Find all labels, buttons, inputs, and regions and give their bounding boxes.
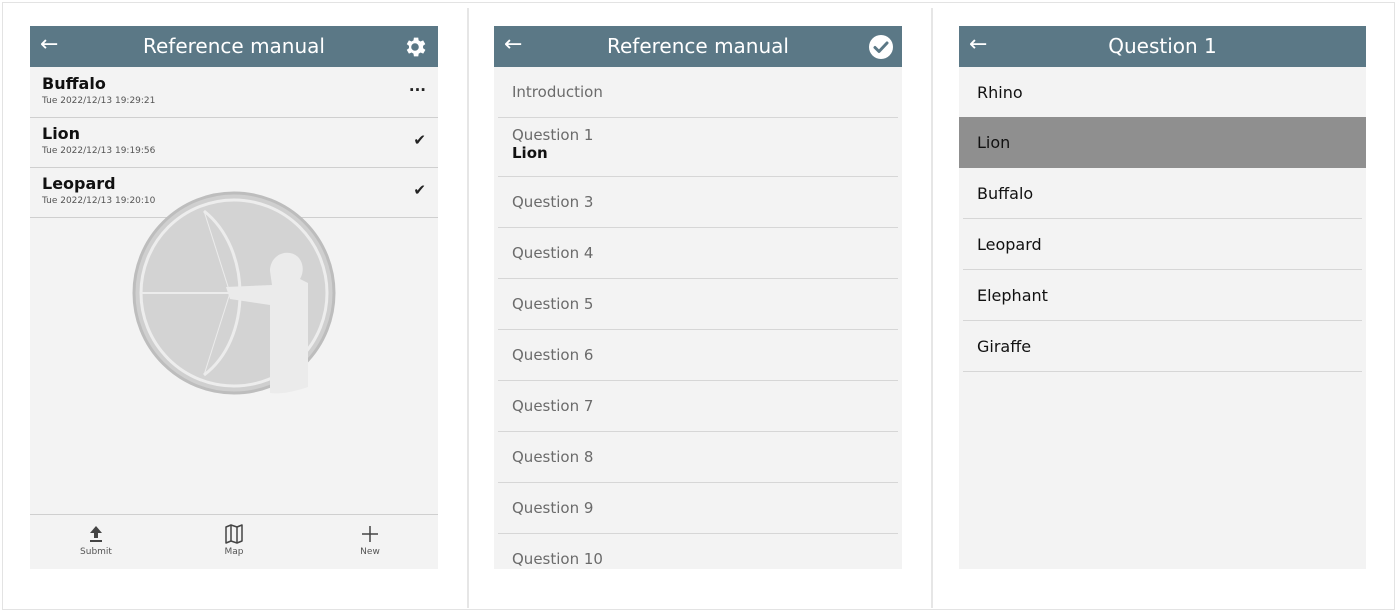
option-elephant[interactable]: Elephant: [963, 270, 1362, 321]
checkmark-icon: ✔: [413, 131, 426, 149]
bottom-toolbar: Submit Map New: [30, 514, 438, 569]
option-label: Giraffe: [977, 337, 1032, 356]
option-giraffe[interactable]: Giraffe: [963, 321, 1362, 372]
item-label: Question 4: [512, 244, 594, 262]
option-label: Buffalo: [977, 184, 1034, 203]
page-title: Reference manual: [143, 34, 325, 58]
list-item-question-4[interactable]: Question 4: [498, 228, 898, 279]
option-label: Elephant: [977, 286, 1048, 305]
list-item-question-9[interactable]: Question 9: [498, 483, 898, 534]
checkmark-icon: ✔: [413, 181, 426, 199]
item-label: Question 6: [512, 346, 594, 364]
panel-divider: [467, 8, 469, 608]
archer-logo-icon: [132, 191, 336, 395]
record-row[interactable]: Lion Tue 2022/12/13 19:19:56 ✔: [30, 117, 438, 168]
records-panel: ← Reference manual Buffalo Tue 2022/12/1…: [30, 26, 438, 569]
option-leopard[interactable]: Leopard: [963, 219, 1362, 270]
item-label: Question 3: [512, 193, 594, 211]
option-lion-selected[interactable]: Lion: [959, 117, 1366, 168]
new-label: New: [360, 547, 380, 557]
plus-icon: [362, 526, 378, 542]
check-circle-icon[interactable]: [868, 34, 894, 60]
record-timestamp: Tue 2022/12/13 19:29:21: [42, 96, 156, 106]
list-item-question-8[interactable]: Question 8: [498, 432, 898, 483]
item-label: Question 5: [512, 295, 594, 313]
page-title: Reference manual: [607, 34, 789, 58]
answer-panel: ← Question 1 Rhino Lion Buffalo Leopard …: [959, 26, 1366, 569]
option-label: Lion: [977, 133, 1011, 152]
list-item-question-5[interactable]: Question 5: [498, 279, 898, 330]
page-title: Question 1: [1108, 34, 1217, 58]
submit-button[interactable]: Submit: [56, 515, 136, 569]
item-label: Question 10: [512, 550, 603, 568]
map-label: Map: [224, 547, 244, 557]
list-item-question-10[interactable]: Question 10: [498, 534, 898, 569]
list-item-question-7[interactable]: Question 7: [498, 381, 898, 432]
list-item-question-3[interactable]: Question 3: [498, 177, 898, 228]
item-label: Question 9: [512, 499, 594, 517]
upload-icon: [90, 526, 102, 542]
new-button[interactable]: New: [330, 515, 410, 569]
list-item-introduction[interactable]: Introduction: [498, 67, 898, 118]
item-answer: Lion: [512, 144, 548, 162]
list-item-question-6[interactable]: Question 6: [498, 330, 898, 381]
list-item-question-1[interactable]: Question 1 Lion: [498, 118, 898, 177]
item-label: Introduction: [512, 83, 603, 101]
gear-icon[interactable]: [402, 34, 428, 60]
item-label: Question 7: [512, 397, 594, 415]
option-rhino[interactable]: Rhino: [963, 67, 1362, 118]
record-name: Lion: [42, 124, 81, 143]
item-label: Question 8: [512, 448, 594, 466]
header-bar: ← Reference manual: [30, 26, 438, 67]
header-bar: ← Reference manual: [494, 26, 902, 67]
option-label: Rhino: [977, 83, 1023, 102]
option-buffalo[interactable]: Buffalo: [963, 168, 1362, 219]
record-row[interactable]: Buffalo Tue 2022/12/13 19:29:21 ···: [30, 67, 438, 118]
header-bar: ← Question 1: [959, 26, 1366, 67]
more-icon[interactable]: ···: [409, 81, 426, 99]
record-timestamp: Tue 2022/12/13 19:19:56: [42, 146, 156, 156]
panel-divider: [931, 8, 933, 608]
questions-panel: ← Reference manual Introduction Question…: [494, 26, 902, 569]
item-label: Question 1: [512, 126, 594, 144]
map-icon: [225, 524, 243, 544]
map-button[interactable]: Map: [194, 515, 274, 569]
submit-label: Submit: [80, 547, 112, 557]
record-name: Leopard: [42, 174, 116, 193]
record-name: Buffalo: [42, 74, 106, 93]
option-label: Leopard: [977, 235, 1042, 254]
